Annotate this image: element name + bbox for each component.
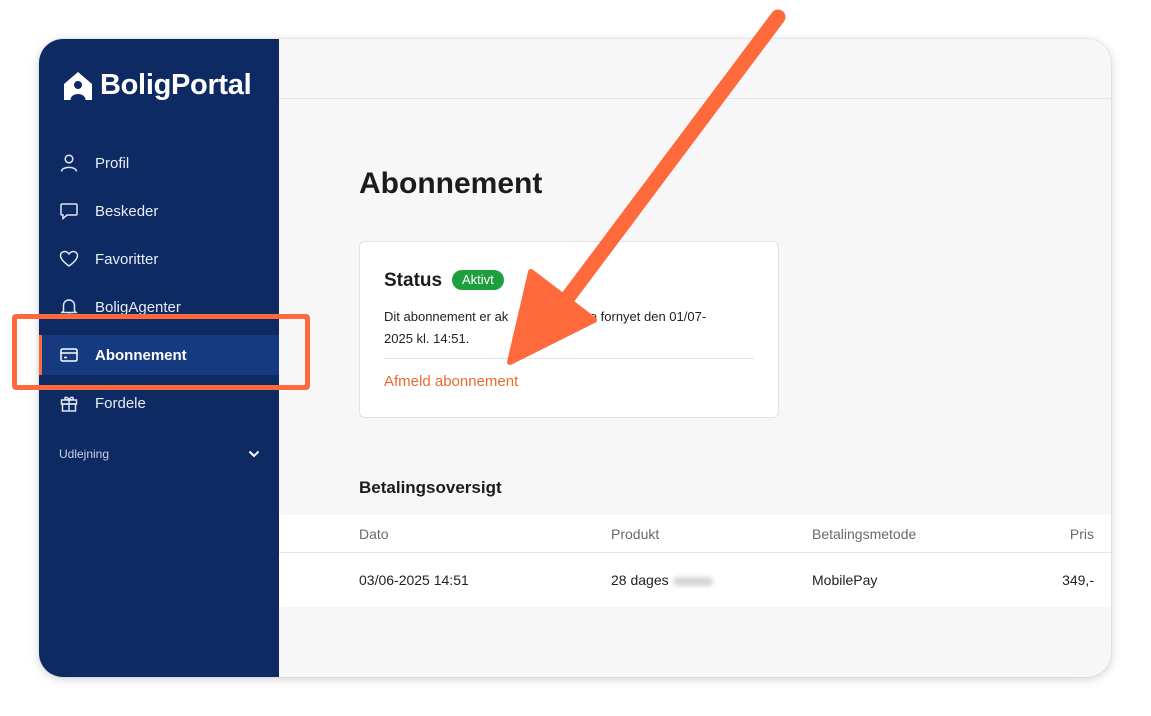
house-logo-icon [64,71,92,100]
status-title: Status [384,270,443,291]
sidebar-item-label: Profil [95,154,130,172]
cancel-subscription-link[interactable]: Afmeld abonnement [384,373,518,390]
cell-dato: 03/06-2025 14:51 [359,572,469,588]
column-header-produkt: Produkt [611,526,660,542]
column-header-dato: Dato [359,526,389,542]
status-description: Dit abonnement er ak blive fornyet den 01… [384,309,707,346]
sidebar-item-favoritter[interactable]: Favoritter [39,239,279,279]
sidebar-item-profil[interactable]: Profil [39,143,279,183]
sidebar-item-label: Fordele [95,394,146,412]
sidebar-item-label: Favoritter [95,250,159,268]
payments-title: Betalingsoversigt [359,478,502,497]
sidebar-item-beskeder[interactable]: Beskeder [39,191,279,231]
status-badge: Aktivt [452,270,504,290]
cell-produkt: 28 dages [611,572,713,588]
sidebar-section-udlejning[interactable]: Udlejning [59,447,109,461]
cell-pris: 349,- [1062,572,1094,588]
column-header-pris: Pris [1069,526,1094,542]
page-title: Abonnement [359,167,543,200]
sidebar-item-label: Beskeder [95,202,159,220]
sidebar-item-label: BoligAgenter [95,298,181,316]
cell-betalingsmetode: MobilePay [812,572,878,588]
gift-icon [60,396,78,412]
user-icon [60,154,78,172]
chevron-down-icon[interactable] [247,447,261,461]
card-divider [384,358,754,359]
top-bar [279,39,1111,99]
redacted-text [672,576,713,586]
payments-table: Dato Produkt Betalingsmetode Pris 03/06-… [279,515,1111,607]
heart-icon [59,250,79,267]
table-header: Dato Produkt Betalingsmetode Pris [279,515,1111,553]
highlight-box [12,314,310,390]
status-card: Status Aktivt Dit abonnement er ak blive … [359,241,779,418]
brand-logo[interactable]: BoligPortal [62,69,252,102]
chat-icon [60,203,78,221]
brand-name: BoligPortal [100,69,252,101]
column-header-betalingsmetode: Betalingsmetode [812,526,917,542]
